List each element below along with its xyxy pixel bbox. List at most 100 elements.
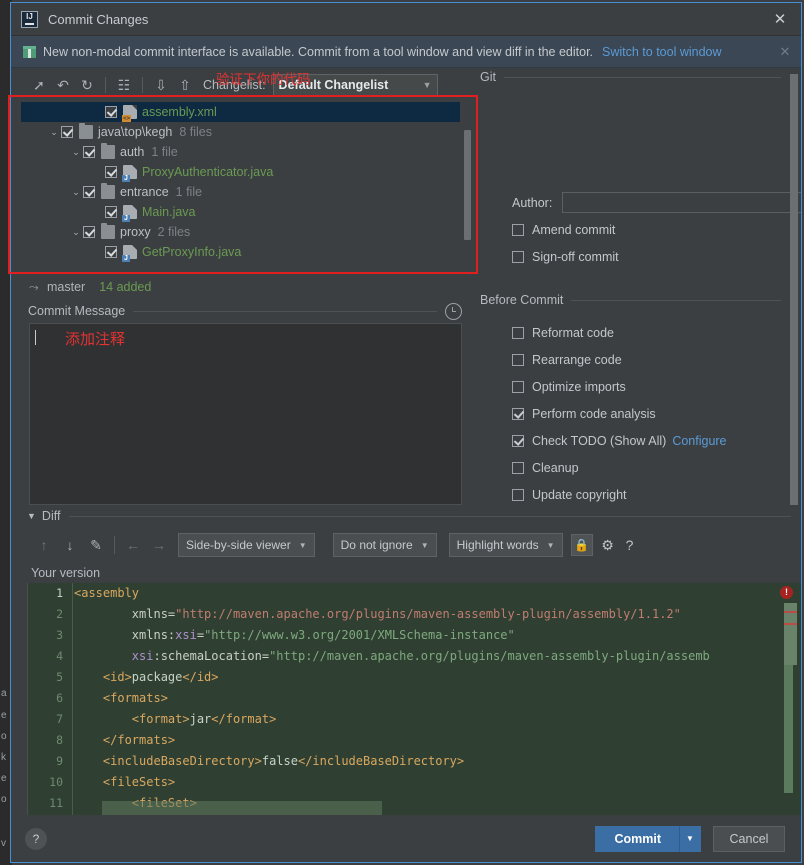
previous-change-icon[interactable]: ↑: [31, 533, 57, 557]
editor-code[interactable]: <assembly xmlns="http://maven.apache.org…: [74, 583, 773, 815]
line-number: 2: [56, 607, 63, 621]
tree-scrollbar-thumb[interactable]: [464, 130, 471, 240]
help-icon[interactable]: ?: [619, 534, 641, 556]
chevron-down-icon: ▼: [298, 540, 307, 550]
cleanup-row[interactable]: Cleanup: [512, 461, 579, 475]
next-change-icon[interactable]: ↓: [57, 533, 83, 557]
signoff-commit-row[interactable]: Sign-off commit: [512, 250, 619, 264]
changelist-select[interactable]: Default Changelist ▼: [272, 74, 438, 96]
close-icon[interactable]: ✕: [763, 4, 797, 34]
expand-all-icon[interactable]: ⇩: [149, 73, 173, 97]
tree-row-checkbox[interactable]: [83, 146, 95, 158]
tree-row-checkbox[interactable]: [105, 206, 117, 218]
line-number: 1: [56, 586, 63, 600]
previous-difference-icon[interactable]: ←: [120, 533, 146, 557]
check-todo-checkbox[interactable]: [512, 435, 524, 447]
footer-actions: Commit ▼ Cancel: [595, 825, 785, 852]
tree-scrollbar[interactable]: [462, 102, 472, 275]
optimize-imports-row[interactable]: Optimize imports: [512, 380, 626, 394]
tree-row[interactable]: ⌄ java\top\kegh 8 files: [21, 122, 460, 142]
dialog-title-bar: Commit Changes ✕: [11, 3, 801, 36]
chevron-down-icon[interactable]: ⌄: [69, 227, 83, 238]
refresh-icon[interactable]: ↻: [75, 73, 99, 97]
code-line[interactable]: <formats>: [74, 688, 773, 709]
code-line[interactable]: </formats>: [74, 730, 773, 751]
chevron-down-icon[interactable]: ⌄: [69, 147, 83, 158]
highlight-mode-select[interactable]: Highlight words ▼: [448, 533, 563, 557]
switch-to-tool-window-link[interactable]: Switch to tool window: [602, 45, 722, 59]
help-button[interactable]: ?: [25, 827, 47, 850]
lock-icon[interactable]: 🔒: [570, 534, 593, 556]
code-line[interactable]: <includeBaseDirectory>false</includeBase…: [74, 751, 773, 772]
code-line[interactable]: <assembly: [74, 583, 773, 604]
tree-row[interactable]: assembly.xml: [21, 102, 460, 122]
tree-row[interactable]: ProxyAuthenticator.java: [21, 162, 460, 182]
gear-icon[interactable]: ⚙: [597, 534, 619, 556]
diff-editor[interactable]: 1 2 3 4 5 6 7 8 9 10 11 <assembly xmlns="http://ma…: [27, 583, 801, 815]
changelist-label: Changelist:: [203, 78, 266, 92]
code-line[interactable]: <id>package</id>: [74, 667, 773, 688]
clock-icon[interactable]: [445, 302, 462, 320]
code-line[interactable]: <fileSets>: [74, 772, 773, 793]
chevron-down-icon[interactable]: ▼: [27, 511, 36, 521]
group-by-icon[interactable]: ☷: [112, 73, 136, 97]
tree-row-checkbox[interactable]: [83, 226, 95, 238]
tree-row[interactable]: Main.java: [21, 202, 460, 222]
editor-marker-track[interactable]: [784, 603, 797, 813]
toolbar-separator: [114, 536, 115, 554]
cancel-button[interactable]: Cancel: [713, 825, 785, 852]
revert-icon[interactable]: ↶: [51, 73, 75, 97]
diff-section-header[interactable]: ▼ Diff: [11, 505, 801, 527]
perform-code-analysis-checkbox[interactable]: [512, 408, 524, 420]
tree-row-count: 1 file: [175, 185, 203, 199]
update-copyright-checkbox[interactable]: [512, 489, 524, 501]
viewer-mode-select[interactable]: Side-by-side viewer ▼: [178, 533, 315, 557]
code-line[interactable]: xsi:schemaLocation="http://maven.apache.…: [74, 646, 773, 667]
tree-row-checkbox[interactable]: [105, 166, 117, 178]
chevron-down-icon[interactable]: ⌄: [47, 127, 61, 138]
tree-row[interactable]: ⌄ proxy 2 files: [21, 222, 460, 242]
perform-code-analysis-row[interactable]: Perform code analysis: [512, 407, 656, 421]
chevron-down-icon[interactable]: ⌄: [69, 187, 83, 198]
commit-dropdown-button[interactable]: ▼: [679, 825, 701, 852]
tree-row-checkbox[interactable]: [61, 126, 73, 138]
edit-source-icon[interactable]: ✎: [83, 533, 109, 557]
tree-row[interactable]: ⌄ entrance 1 file: [21, 182, 460, 202]
show-diff-icon[interactable]: ➚: [27, 73, 51, 97]
tree-row-checkbox[interactable]: [105, 106, 117, 118]
author-input[interactable]: [562, 192, 801, 213]
reformat-code-checkbox[interactable]: [512, 327, 524, 339]
error-marker[interactable]: [784, 623, 797, 625]
options-scrollbar-thumb[interactable]: [790, 74, 798, 505]
options-scrollbar[interactable]: [790, 74, 798, 505]
code-line[interactable]: <format>jar</format>: [74, 709, 773, 730]
reformat-code-row[interactable]: Reformat code: [512, 326, 614, 340]
tree-row-checkbox[interactable]: [105, 246, 117, 258]
ignore-mode-select[interactable]: Do not ignore ▼: [332, 533, 437, 557]
signoff-commit-checkbox[interactable]: [512, 251, 524, 263]
code-line[interactable]: xmlns:xsi="http://www.w3.org/2001/XMLSch…: [74, 625, 773, 646]
changes-tree[interactable]: assembly.xml ⌄ java\top\kegh 8 files ⌄ auth 1 …: [21, 102, 460, 275]
tree-row[interactable]: GetProxyInfo.java: [21, 242, 460, 262]
banner-close-icon[interactable]: ✕: [775, 44, 795, 60]
amend-commit-row[interactable]: Amend commit: [512, 223, 615, 237]
tree-row-checkbox[interactable]: [83, 186, 95, 198]
error-marker[interactable]: [784, 611, 797, 613]
commit-button[interactable]: Commit: [595, 825, 679, 852]
error-badge[interactable]: !: [780, 586, 793, 599]
code-token: =: [196, 628, 205, 642]
highlight-mode-value: Highlight words: [456, 538, 539, 552]
code-line[interactable]: xmlns="http://maven.apache.org/plugins/m…: [74, 604, 773, 625]
amend-commit-checkbox[interactable]: [512, 224, 524, 236]
optimize-imports-checkbox[interactable]: [512, 381, 524, 393]
rearrange-code-row[interactable]: Rearrange code: [512, 353, 622, 367]
check-todo-row[interactable]: Check TODO (Show All) Configure: [512, 434, 727, 448]
rearrange-code-checkbox[interactable]: [512, 354, 524, 366]
tree-row[interactable]: ⌄ auth 1 file: [21, 142, 460, 162]
commit-message-input[interactable]: 添加注释: [29, 323, 462, 505]
next-difference-icon[interactable]: →: [146, 533, 172, 557]
configure-link[interactable]: Configure: [672, 434, 726, 448]
update-copyright-row[interactable]: Update copyright: [512, 488, 627, 502]
collapse-all-icon[interactable]: ⇧: [173, 73, 197, 97]
cleanup-checkbox[interactable]: [512, 462, 524, 474]
